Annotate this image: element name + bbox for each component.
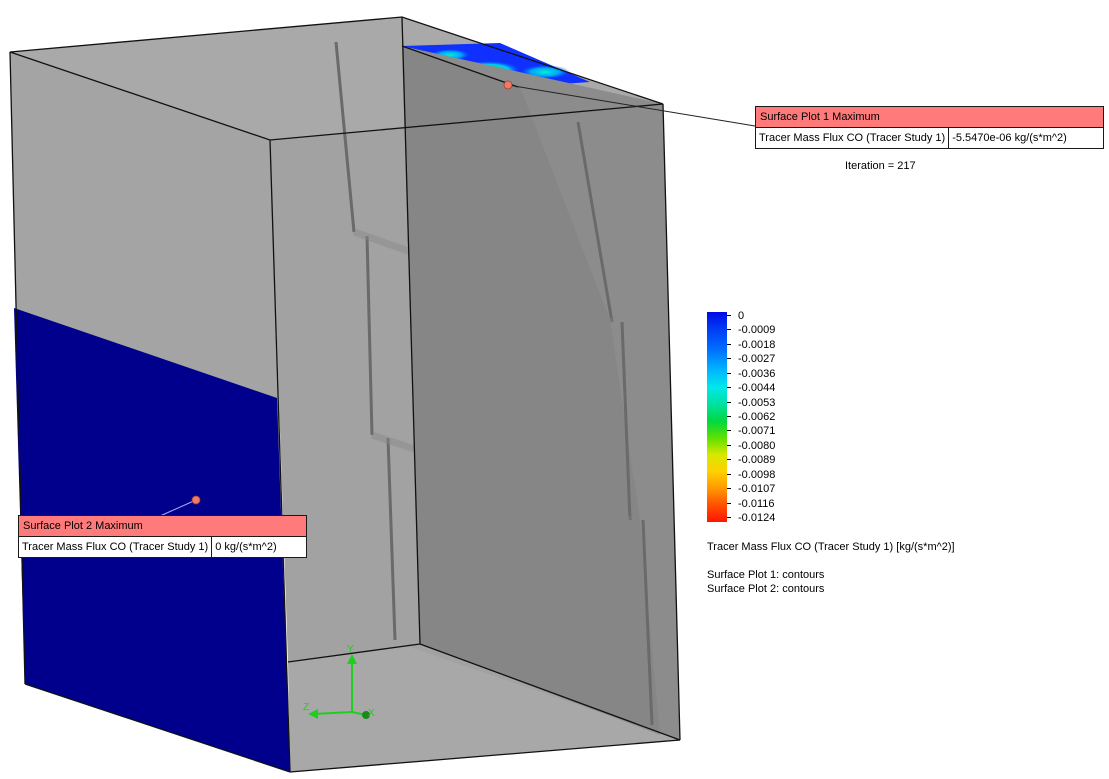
legend-tick-label: -0.0107: [738, 483, 776, 496]
probe-2-marker[interactable]: [191, 495, 201, 505]
probe-1-value: -5.5470e-06 kg/(s*m^2): [952, 132, 1067, 144]
iteration-label: Iteration = 217: [845, 160, 916, 172]
legend-tick-mark: [727, 343, 731, 345]
legend-tick-label: -0.0062: [738, 411, 776, 423]
probe-1-marker[interactable]: [503, 80, 513, 90]
legend-tick-mark: [727, 459, 731, 461]
legend-tick-label: -0.0044: [738, 382, 776, 395]
probe-2-value: 0 kg/(s*m^2): [215, 541, 277, 553]
probe-1-title: Surface Plot 1 Maximum: [756, 107, 1103, 128]
legend-tick-mark: [727, 444, 731, 446]
legend-tick-mark: [727, 502, 731, 504]
legend-tick-mark: [727, 387, 731, 389]
legend-title: Tracer Mass Flux CO (Tracer Study 1) [kg…: [707, 541, 955, 553]
legend-tick-mark: [727, 358, 731, 360]
probe-2-title: Surface Plot 2 Maximum: [19, 516, 306, 537]
legend-tick-label: 0: [738, 310, 745, 322]
legend-tick-label: -0.0124: [738, 512, 776, 524]
legend-tick-label: -0.0036: [738, 367, 776, 380]
probe-2-quantity: Tracer Mass Flux CO (Tracer Study 1): [19, 537, 213, 557]
legend-tick-label: -0.0009: [738, 324, 776, 337]
legend-tick-label: -0.0018: [738, 338, 776, 351]
axis-z-label: Z: [303, 702, 309, 713]
legend-tick-mark: [727, 473, 731, 475]
legend-tick-label: -0.0027: [738, 353, 776, 366]
legend-tick-mark: [727, 488, 731, 490]
probe-1-quantity: Tracer Mass Flux CO (Tracer Study 1): [756, 128, 950, 148]
legend-tick-mark: [727, 401, 731, 403]
legend-color-bar: [707, 312, 727, 522]
legend-tick-mark: [727, 329, 731, 331]
legend-tick-label: -0.0071: [738, 425, 776, 438]
legend-tick-label: -0.0053: [738, 396, 776, 409]
legend-tick-mark: [727, 517, 731, 518]
surface-plot-2-probe[interactable]: Surface Plot 2 Maximum Tracer Mass Flux …: [18, 515, 307, 558]
probe-2-row: Tracer Mass Flux CO (Tracer Study 1) 0 k…: [19, 537, 306, 557]
axis-y-label: Y: [347, 644, 354, 655]
legend-plot-2: Surface Plot 2: contours: [707, 583, 825, 595]
probe-1-row: Tracer Mass Flux CO (Tracer Study 1) -5.…: [756, 128, 1103, 148]
legend-tick-label: -0.0098: [738, 468, 776, 481]
legend-tick-mark: [727, 430, 731, 432]
legend-tick-mark: [727, 372, 731, 374]
legend-tick-label: -0.0080: [738, 439, 776, 452]
legend-tick-label: -0.0089: [738, 454, 776, 467]
legend-plot-1: Surface Plot 1: contours: [707, 569, 825, 581]
legend-tick-mark: [727, 315, 731, 316]
axis-x-label: X: [368, 708, 375, 719]
legend-tick-label: -0.0116: [738, 497, 775, 510]
surface-plot-1-probe[interactable]: Surface Plot 1 Maximum Tracer Mass Flux …: [755, 106, 1104, 149]
legend-tick-mark: [727, 416, 731, 417]
